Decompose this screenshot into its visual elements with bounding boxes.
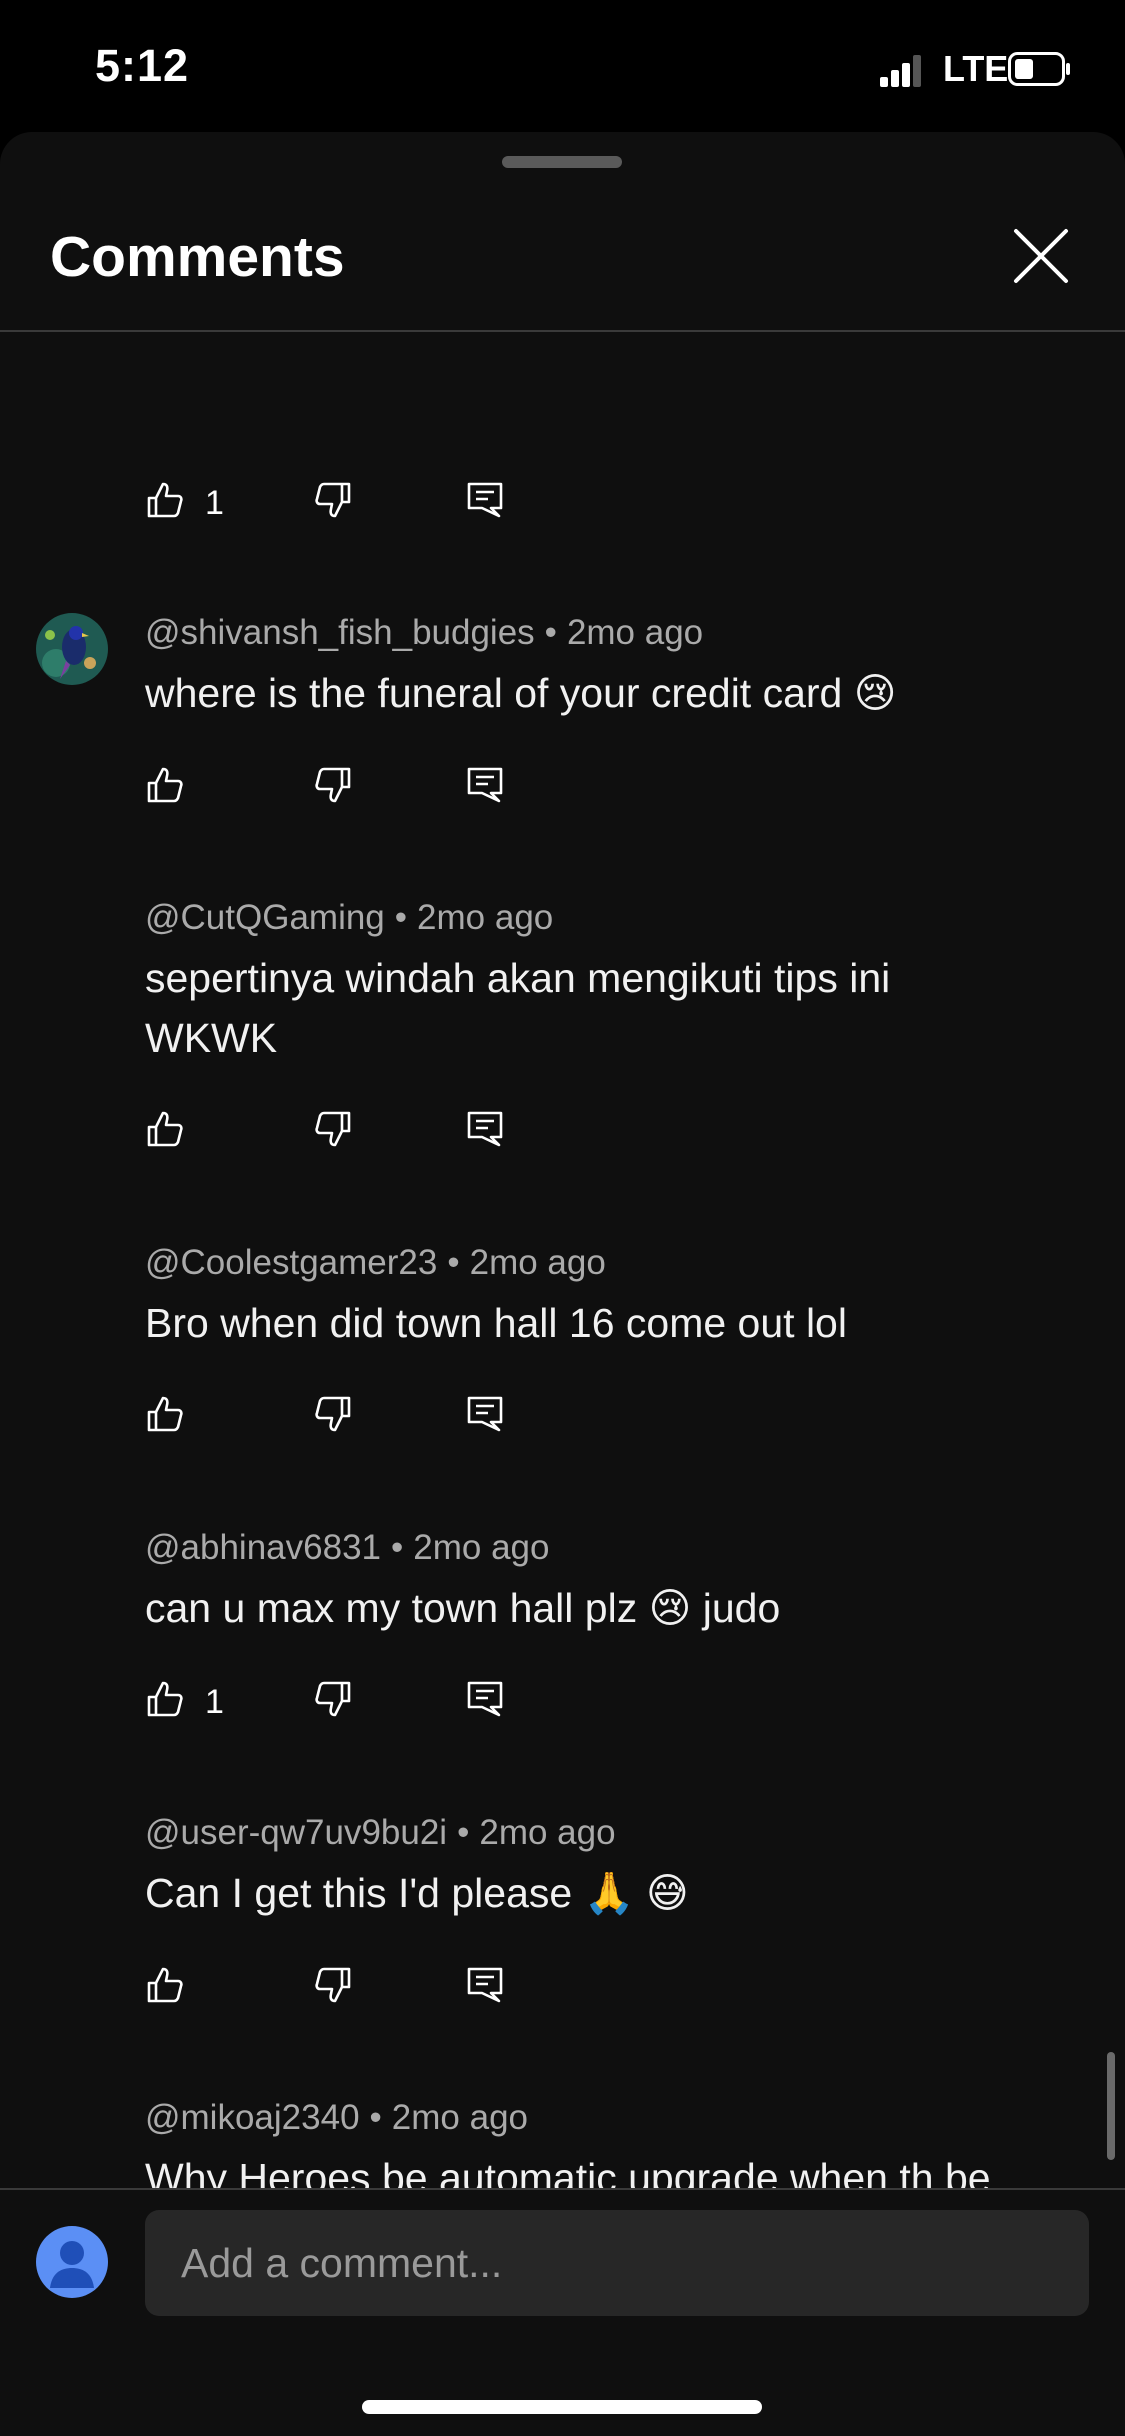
thumbs-down-icon — [315, 1681, 351, 1717]
status-time: 5:12 — [95, 40, 190, 91]
reply-button[interactable] — [465, 480, 515, 530]
comment-time: 2mo ago — [469, 1243, 606, 1282]
dislike-button[interactable] — [313, 480, 363, 530]
thumbs-down-icon — [315, 1396, 351, 1432]
comment-author[interactable]: @Coolestgamer23 — [145, 1243, 437, 1282]
reply-icon — [467, 1111, 503, 1147]
comment-meta: @shivansh_fish_budgies • 2mo ago — [145, 613, 704, 652]
comment-actions — [145, 1394, 585, 1454]
comment-actions: 1 — [145, 1679, 585, 1739]
reply-icon — [467, 1967, 503, 2003]
battery-low-icon — [1008, 52, 1070, 86]
reply-button[interactable] — [465, 1109, 515, 1159]
reply-button[interactable] — [465, 765, 515, 815]
thumbs-up-icon — [147, 482, 183, 518]
thumbs-up-icon — [147, 1967, 183, 2003]
reply-icon — [467, 767, 503, 803]
comment-author[interactable]: @CutQGaming — [145, 898, 385, 937]
comment-meta: @user-qw7uv9bu2i • 2mo ago — [145, 1813, 616, 1852]
like-count: 1 — [205, 484, 224, 522]
thumbs-up-icon — [147, 1681, 183, 1717]
like-button[interactable] — [145, 1109, 195, 1159]
person-icon — [50, 2241, 94, 2288]
reply-button[interactable] — [465, 1679, 515, 1729]
close-icon[interactable] — [1010, 225, 1072, 287]
reply-icon — [467, 1396, 503, 1432]
comment-input[interactable] — [145, 2210, 1089, 2316]
thumbs-up-icon — [147, 767, 183, 803]
comment-text: where is the funeral of your credit card… — [145, 670, 897, 716]
composer-divider — [0, 2188, 1125, 2190]
sheet-title: Comments — [50, 225, 345, 289]
dislike-button[interactable] — [313, 1679, 363, 1729]
comments-sheet: Comments 1 @shivansh_fish_budgies • 2mo … — [0, 132, 1125, 2436]
signal-icon — [880, 55, 922, 87]
dislike-button[interactable] — [313, 1109, 363, 1159]
avatar[interactable] — [36, 613, 108, 685]
comment-meta: @Coolestgamer23 • 2mo ago — [145, 1243, 606, 1282]
comment-actions — [145, 1965, 585, 2025]
thumbs-up-icon — [147, 1396, 183, 1432]
comment-actions — [145, 1109, 585, 1169]
comment-time: 2mo ago — [413, 1528, 550, 1567]
comment-text: Can I get this I'd please 🙏 😅 — [145, 1870, 689, 1916]
comment-meta: @mikoaj2340 • 2mo ago — [145, 2098, 529, 2137]
thumbs-down-icon — [315, 1967, 351, 2003]
comment-author[interactable]: @abhinav6831 — [145, 1528, 381, 1567]
network-label: LTE — [943, 48, 1009, 89]
scrollbar[interactable] — [1107, 2052, 1115, 2160]
comment-author[interactable]: @user-qw7uv9bu2i — [145, 1813, 447, 1852]
reply-icon — [467, 482, 503, 518]
comment-composer — [0, 2188, 1125, 2436]
thumbs-down-icon — [315, 767, 351, 803]
comment-author[interactable]: @shivansh_fish_budgies — [145, 613, 535, 652]
thumbs-down-icon — [315, 482, 351, 518]
drag-handle[interactable] — [502, 156, 622, 168]
like-button[interactable] — [145, 1679, 195, 1729]
like-button[interactable] — [145, 765, 195, 815]
comment-time: 2mo ago — [391, 2098, 529, 2137]
user-avatar[interactable] — [36, 2226, 108, 2298]
comment-actions — [145, 765, 585, 825]
like-button[interactable] — [145, 1965, 195, 2015]
comment-time: 2mo ago — [417, 898, 554, 937]
dislike-button[interactable] — [313, 1394, 363, 1444]
comment-time: 2mo ago — [479, 1813, 616, 1852]
comment-time: 2mo ago — [566, 613, 704, 652]
comment-author[interactable]: @mikoaj2340 — [145, 2098, 360, 2137]
like-button[interactable] — [145, 1394, 195, 1444]
comment-meta: @abhinav6831 • 2mo ago — [145, 1528, 550, 1567]
reply-button[interactable] — [465, 1965, 515, 2015]
like-button[interactable] — [145, 480, 195, 530]
comments-list[interactable]: 1 @shivansh_fish_budgies • 2mo ago where… — [0, 332, 1125, 2320]
comment-text: Bro when did town hall 16 come out lol — [145, 1300, 847, 1346]
thumbs-down-icon — [315, 1111, 351, 1147]
home-indicator[interactable] — [362, 2400, 762, 2414]
like-count: 1 — [205, 1683, 224, 1721]
reply-button[interactable] — [465, 1394, 515, 1444]
reply-icon — [467, 1681, 503, 1717]
comment-meta: @CutQGaming • 2mo ago — [145, 898, 554, 937]
comment-text: can u max my town hall plz 😢 judo — [145, 1585, 781, 1631]
comment-actions: 1 — [145, 480, 585, 540]
comment-text: sepertinya windah akan mengikuti tips in… — [145, 955, 891, 1061]
thumbs-up-icon — [147, 1111, 183, 1147]
status-bar: 5:12 LTE — [0, 0, 1125, 130]
dislike-button[interactable] — [313, 1965, 363, 2015]
dislike-button[interactable] — [313, 765, 363, 815]
bird-avatar-image — [36, 613, 108, 685]
